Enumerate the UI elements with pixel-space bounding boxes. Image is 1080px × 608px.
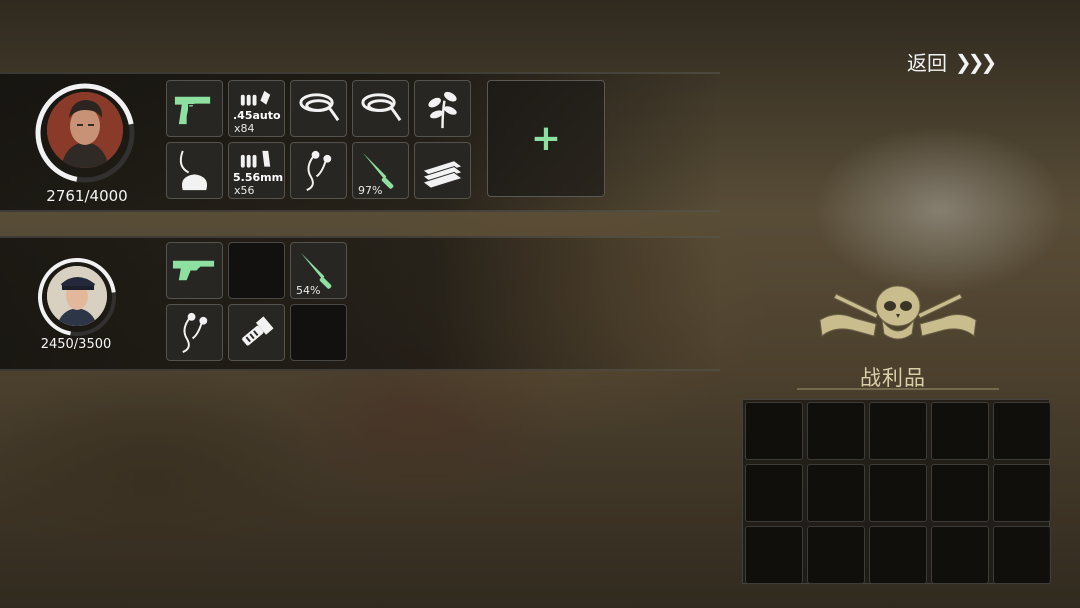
pouch-icon <box>179 150 208 191</box>
inventory-slot[interactable] <box>166 242 223 299</box>
divider <box>0 369 720 371</box>
flashlight-icon <box>242 316 274 346</box>
durability-percent: 97% <box>358 184 383 197</box>
inventory-slot[interactable]: 54% <box>290 242 347 299</box>
rope-icon <box>361 93 402 122</box>
inventory-slot[interactable] <box>414 80 471 137</box>
loot-slot[interactable] <box>807 402 865 460</box>
loot-slot[interactable] <box>745 402 803 460</box>
inventory-slot[interactable] <box>414 142 471 199</box>
inventory-slot[interactable] <box>228 304 285 361</box>
inventory-slot[interactable] <box>290 142 347 199</box>
loot-slot[interactable] <box>807 464 865 522</box>
plus-icon: + <box>530 118 562 159</box>
loot-slot[interactable] <box>869 464 927 522</box>
loot-slot[interactable] <box>807 526 865 584</box>
pistol-icon <box>174 96 211 125</box>
loot-grid <box>742 399 1051 584</box>
durability-percent: 54% <box>296 284 321 297</box>
divider <box>0 210 720 212</box>
item-quantity: x56 <box>234 184 255 197</box>
inventory-slot[interactable]: .45auto x84 <box>228 80 285 137</box>
herb-icon <box>428 91 457 129</box>
inventory-slot-empty[interactable] <box>228 242 285 299</box>
item-quantity: x84 <box>234 122 255 135</box>
character-1-portrait[interactable] <box>34 82 136 184</box>
cash-icon <box>421 160 464 189</box>
inventory-slot[interactable] <box>166 142 223 199</box>
chevron-right-icon: ❯❯❯ <box>955 49 997 74</box>
inventory-slot[interactable]: 5.56mm x56 <box>228 142 285 199</box>
loot-slot[interactable] <box>745 464 803 522</box>
loot-slot[interactable] <box>993 526 1051 584</box>
character-2-inventory: 54% <box>166 242 347 361</box>
inventory-slot[interactable] <box>166 80 223 137</box>
dead-reward-emblem-icon <box>819 285 977 340</box>
divider <box>797 388 999 390</box>
inventory-slot-empty[interactable] <box>290 304 347 361</box>
hp-value: 2450/3500 <box>40 337 112 352</box>
divider <box>0 72 720 74</box>
divider <box>0 236 720 238</box>
character-2-portrait[interactable] <box>36 256 118 338</box>
inventory-slot[interactable]: 97% <box>352 142 409 199</box>
earphones-icon <box>306 150 332 191</box>
earphones-icon <box>182 312 208 353</box>
shotgun-icon <box>172 260 215 281</box>
loot-slot[interactable] <box>931 526 989 584</box>
loot-slot[interactable] <box>869 402 927 460</box>
inventory-slot[interactable] <box>166 304 223 361</box>
loot-slot[interactable] <box>869 526 927 584</box>
ammo-caliber: 5.56mm <box>233 171 284 184</box>
loot-slot[interactable] <box>993 402 1051 460</box>
loot-slot[interactable] <box>745 526 803 584</box>
back-label: 返回 <box>907 51 947 75</box>
loot-slot[interactable] <box>993 464 1051 522</box>
rope-icon <box>299 93 340 122</box>
avatar <box>47 92 123 168</box>
ammo-caliber: .45auto <box>233 109 281 122</box>
add-item-slot[interactable]: + <box>487 80 605 197</box>
avatar <box>47 266 107 326</box>
loot-slot[interactable] <box>931 464 989 522</box>
inventory-slot[interactable] <box>352 80 409 137</box>
back-button[interactable]: 返回 ❯❯❯ <box>907 47 997 76</box>
loot-slot[interactable] <box>931 402 989 460</box>
character-1-inventory: .45auto x84 5.56mm x56 97% <box>166 80 471 199</box>
hp-value: 2761/4000 <box>46 187 128 205</box>
inventory-slot[interactable] <box>290 80 347 137</box>
